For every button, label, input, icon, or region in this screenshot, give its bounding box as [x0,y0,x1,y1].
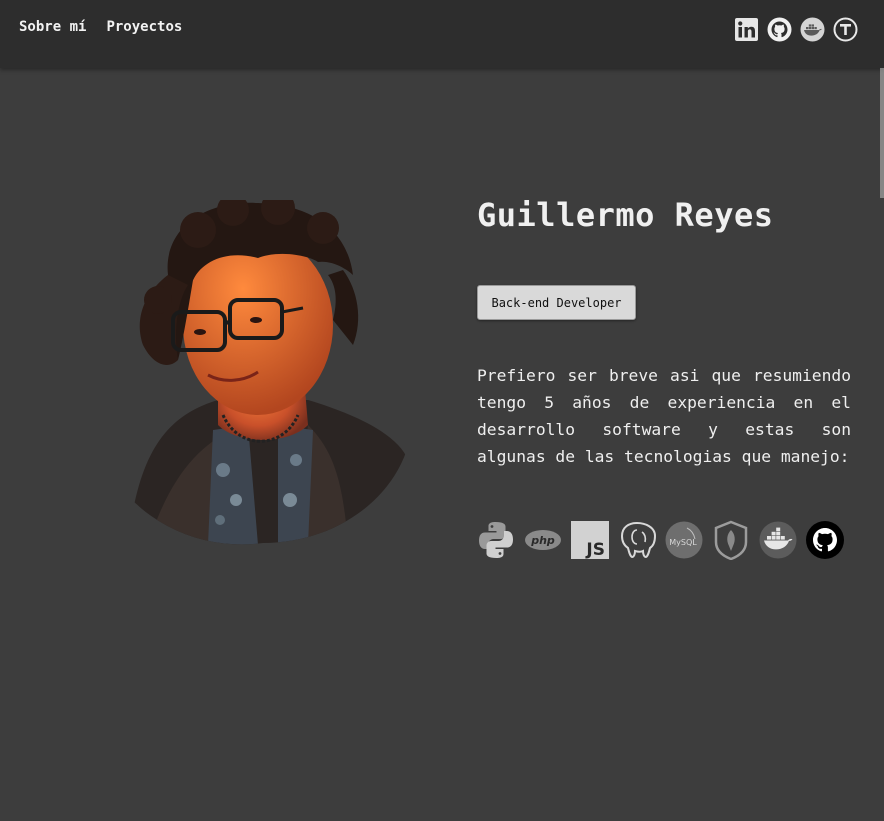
scrollbar-thumb[interactable] [880,68,884,198]
github-icon [806,520,844,560]
js-icon-text: JS [585,540,605,560]
tech-stack: php JS MySQL [477,520,844,560]
profile-bio: Prefiero ser breve asi que resumiendo te… [477,366,851,466]
javascript-icon: JS [571,520,609,560]
github-icon[interactable] [767,17,792,42]
main-nav: Sobre mí Proyectos [19,19,182,35]
php-icon-text: php [530,534,555,547]
role-button[interactable]: Back-end Developer [477,285,636,320]
top-navbar: Sobre mí Proyectos [0,0,884,68]
mysql-icon: MySQL [665,520,703,560]
mongodb-icon [712,520,750,560]
profile-photo [108,200,413,545]
social-links [734,17,858,42]
docker-icon[interactable] [800,17,825,42]
php-icon: php [524,520,562,560]
linkedin-icon[interactable] [734,17,759,42]
mysql-icon-text: MySQL [669,538,697,547]
t-logo-icon[interactable] [833,17,858,42]
python-icon [477,520,515,560]
nav-link-about[interactable]: Sobre mí [19,19,86,35]
profile-name: Guillermo Reyes [477,196,774,234]
nav-link-projects[interactable]: Proyectos [106,19,182,35]
postgresql-icon [618,520,656,560]
docker-icon [759,520,797,560]
